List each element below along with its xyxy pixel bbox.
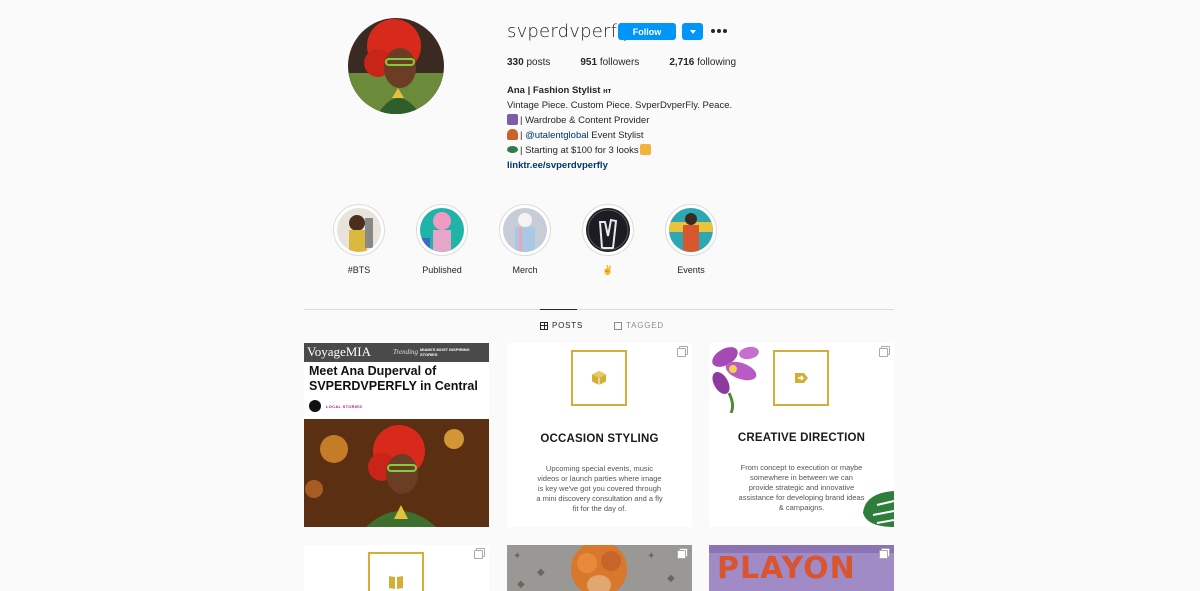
highlight-events[interactable]: Events — [665, 204, 717, 275]
svg-text:◆: ◆ — [537, 567, 545, 578]
svg-text:✦: ✦ — [513, 551, 521, 562]
highlight-ring — [333, 204, 385, 256]
post-voyagemia[interactable]: VoyageMIA Trending MIAMI'S MOST INSPIRIN… — [304, 343, 489, 527]
voyagemia-header: VoyageMIA Trending MIAMI'S MOST INSPIRIN… — [304, 343, 489, 362]
highlight-ring — [499, 204, 551, 256]
profile-avatar[interactable] — [348, 18, 444, 114]
post-photo — [304, 419, 489, 527]
om-emoji-icon — [507, 114, 518, 125]
svg-text:◆: ◆ — [667, 573, 675, 584]
highlight-bts[interactable]: #BTS — [333, 204, 385, 275]
highlight-merch[interactable]: Merch — [499, 204, 551, 275]
person-emoji-icon — [507, 129, 518, 140]
highlight-label: #BTS — [347, 265, 371, 275]
pointing-hand-emoji-icon — [639, 144, 651, 155]
multiple-images-icon — [879, 348, 888, 357]
monstera-leaf-decoration — [863, 491, 894, 527]
highlight-cover-image — [337, 208, 381, 252]
tabs-divider — [304, 309, 894, 310]
gift-box-icon-frame — [571, 350, 627, 406]
multiple-images-icon — [677, 550, 686, 559]
section-dot-icon — [309, 400, 321, 412]
bio-mention-link[interactable]: @utalentglobal — [525, 130, 589, 141]
bio-name: Ana | Fashion Stylist ʜᴛ — [507, 85, 612, 96]
highlight-label: Merch — [512, 265, 538, 275]
more-options-icon[interactable] — [711, 28, 727, 34]
highlight-cover-image — [586, 208, 630, 252]
post-title: PLAYON — [717, 551, 856, 586]
post-description: From concept to execution or maybe somew… — [738, 463, 865, 512]
highlight-peace[interactable]: ✌ — [582, 204, 634, 275]
post-description: Upcoming special events, music videos or… — [536, 464, 663, 513]
follow-button[interactable]: Follow — [618, 23, 676, 40]
bio-line-4: | Starting at $100 for 3 looks — [507, 143, 732, 158]
book-icon-frame — [368, 552, 424, 591]
profile-bio: Ana | Fashion Stylist ʜᴛ Vintage Piece. … — [507, 83, 732, 173]
bio-line-1: Vintage Piece. Custom Piece. SvperDvperF… — [507, 100, 733, 111]
post-creative-direction[interactable]: CREATIVE DIRECTION From concept to execu… — [709, 343, 894, 527]
svg-text:✦: ✦ — [647, 551, 655, 562]
bio-line-3: | @utalentglobal Event Stylist — [507, 128, 732, 143]
profile-username: svperdvperfly — [507, 21, 634, 42]
following-stat[interactable]: 2,716 following — [669, 57, 736, 68]
voyagemia-logo: VoyageMIA — [307, 344, 372, 359]
eye-emoji-icon — [507, 146, 518, 153]
post-lv-portrait[interactable]: ✦ ◆ ✦ ◆ ◆ — [507, 545, 692, 591]
active-tab-indicator — [540, 309, 577, 310]
tab-posts[interactable]: POSTS — [540, 321, 583, 330]
highlight-label: Events — [677, 265, 705, 275]
highlight-published[interactable]: Published — [416, 204, 468, 275]
grid-icon — [540, 321, 548, 330]
post-photo: ✦ ◆ ✦ ◆ ◆ — [507, 545, 692, 591]
followers-stat[interactable]: 951 followers — [580, 57, 639, 68]
instagram-profile-page: svperdvperfly Follow 330 posts 951 follo… — [0, 0, 1200, 591]
multiple-images-icon — [677, 348, 686, 357]
highlight-cover-image — [503, 208, 547, 252]
highlight-label: Published — [422, 265, 462, 275]
suggested-dropdown-button[interactable] — [682, 23, 703, 40]
orchid-flowers-decoration — [712, 346, 759, 413]
bio-line-2: | Wardrobe & Content Provider — [507, 113, 732, 128]
highlight-cover-image — [420, 208, 464, 252]
post-occasion-styling[interactable]: OCCASION STYLING Upcoming special events… — [507, 343, 692, 527]
bio-external-link[interactable]: linktr.ee/svperdvperfly — [507, 158, 732, 173]
post-headline: Meet Ana Duperval of SVPERDVPERFLY in Ce… — [309, 364, 478, 393]
post-title: OCCASION STYLING — [540, 433, 659, 445]
arrow-tag-icon-frame — [773, 350, 829, 406]
multiple-images-icon — [879, 550, 888, 559]
tag-icon — [614, 321, 622, 330]
post-playon[interactable]: PLAYON — [709, 545, 894, 591]
highlight-ring — [582, 204, 634, 256]
svg-text:◆: ◆ — [517, 579, 525, 590]
profile-stats: 330 posts 951 followers 2,716 following — [507, 57, 766, 68]
tab-tagged[interactable]: TAGGED — [614, 321, 664, 330]
multiple-images-icon — [474, 550, 483, 559]
highlight-ring — [416, 204, 468, 256]
highlight-ring — [665, 204, 717, 256]
posts-stat: 330 posts — [507, 57, 551, 68]
post-book-service[interactable] — [304, 545, 489, 591]
highlight-cover-image — [669, 208, 713, 252]
post-title: CREATIVE DIRECTION — [737, 432, 866, 444]
highlight-label: ✌ — [602, 265, 614, 275]
